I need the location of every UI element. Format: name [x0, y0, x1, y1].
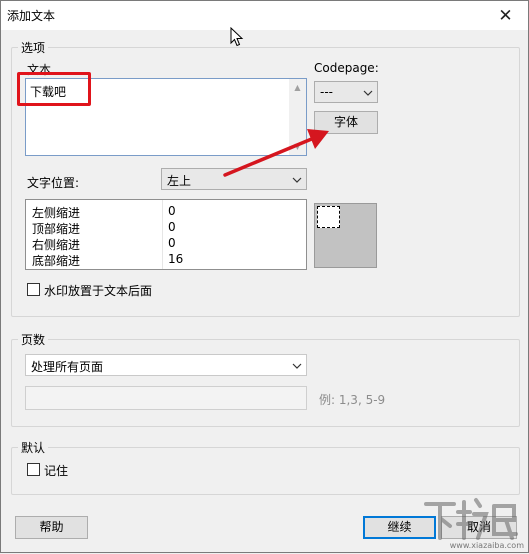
default-legend: 默认 [21, 441, 46, 455]
watermark-text: www.xiazaiba.com [449, 541, 524, 550]
text-position-value: 左上 [167, 174, 192, 188]
codepage-value: --- [320, 85, 333, 99]
text-position-select[interactable]: 左上 [161, 168, 307, 190]
text-position-label: 文字位置: [27, 176, 80, 190]
behind-text-checkbox[interactable] [27, 283, 40, 296]
scroll-down-icon[interactable]: ▼ [289, 138, 306, 155]
codepage-label: Codepage: [314, 61, 379, 75]
codepage-select[interactable]: --- [314, 81, 378, 103]
help-button[interactable]: 帮助 [15, 516, 88, 539]
list-item[interactable]: 顶部缩进 0 [26, 220, 306, 236]
remember-label[interactable]: 记住 [44, 462, 68, 479]
scroll-up-icon[interactable]: ▲ [289, 79, 306, 96]
chevron-down-icon [292, 363, 302, 369]
pages-legend: 页数 [21, 333, 46, 347]
options-legend: 选项 [21, 41, 46, 55]
chevron-down-icon [363, 90, 373, 96]
position-marker [317, 206, 340, 228]
close-icon: ✕ [498, 5, 513, 26]
remember-checkbox[interactable] [27, 463, 40, 476]
window-title: 添加文本 [7, 9, 56, 23]
pages-group: 页数 [11, 331, 520, 427]
list-item[interactable]: 右侧缩进 0 [26, 236, 306, 252]
margin-list[interactable]: 左侧缩进 0 顶部缩进 0 右侧缩进 0 底部缩进 16 [25, 199, 307, 270]
font-button[interactable]: 字体 [314, 111, 378, 134]
add-text-dialog: 添加文本 ✕ 选项 文本 下载吧 ▲ ▼ Codepage: --- 字体 文字… [0, 0, 529, 553]
page-mode-value: 处理所有页面 [31, 360, 104, 374]
highlight-box [17, 72, 91, 106]
page-range-input[interactable] [25, 386, 307, 410]
default-group: 默认 [11, 439, 520, 495]
chevron-down-icon [292, 177, 302, 183]
position-preview[interactable] [314, 203, 377, 268]
font-button-label: 字体 [333, 115, 358, 129]
text-scrollbar[interactable]: ▲ ▼ [289, 79, 306, 155]
list-item[interactable]: 底部缩进 16 [26, 252, 306, 268]
page-range-hint: 例: 1,3, 5-9 [319, 393, 386, 407]
title-bar[interactable]: 添加文本 ✕ [1, 1, 528, 30]
behind-text-label[interactable]: 水印放置于文本后面 [44, 282, 152, 299]
close-button[interactable]: ✕ [483, 1, 528, 30]
page-mode-select[interactable]: 处理所有页面 [25, 354, 307, 376]
list-item[interactable]: 左侧缩进 0 [26, 204, 306, 220]
